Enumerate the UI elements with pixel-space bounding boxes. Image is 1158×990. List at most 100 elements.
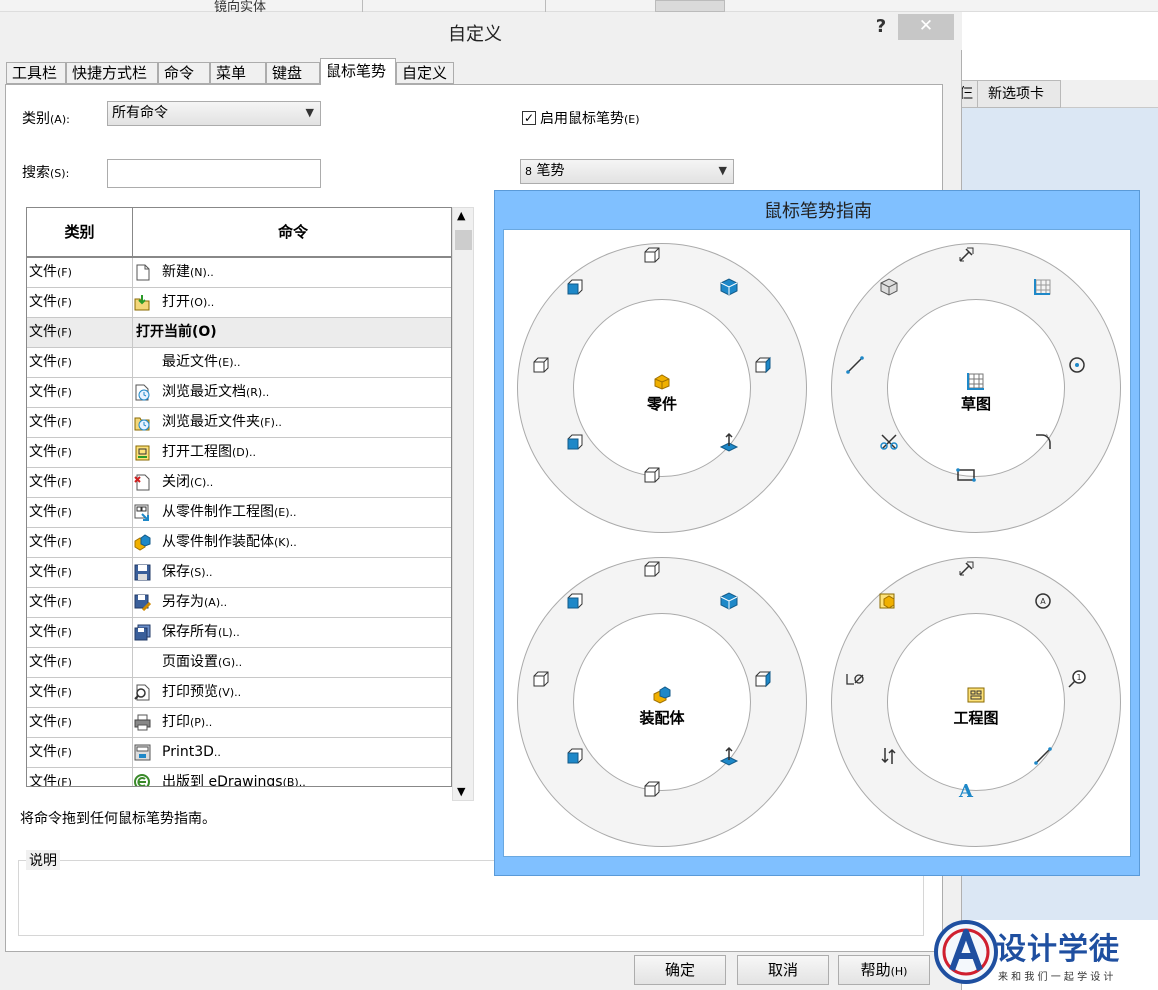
ok-button[interactable]: 确定 bbox=[634, 955, 726, 985]
table-row[interactable]: 文件(F) 从零件制作装配体(K).. bbox=[27, 528, 451, 558]
tab-mouse-gestures[interactable]: 鼠标笔势 bbox=[320, 58, 396, 85]
left-view-icon[interactable] bbox=[530, 354, 552, 376]
row-command[interactable]: 另存为(A).. bbox=[134, 588, 451, 618]
search-input[interactable] bbox=[107, 159, 321, 188]
tab-customization[interactable]: 自定义 bbox=[396, 62, 454, 84]
scroll-up-icon[interactable]: ▲ bbox=[457, 209, 465, 222]
rectangle-icon[interactable] bbox=[955, 464, 977, 486]
model-view-icon[interactable] bbox=[878, 590, 900, 612]
scroll-down-icon[interactable]: ▼ bbox=[457, 785, 465, 798]
row-command[interactable]: 打开(O).. bbox=[134, 288, 451, 318]
tab-keyboard[interactable]: 键盘 bbox=[266, 62, 320, 84]
diameter-dimension-icon[interactable] bbox=[844, 668, 866, 690]
row-command-key: (E).. bbox=[274, 506, 297, 519]
help-icon[interactable]: ? bbox=[870, 16, 892, 38]
detail-view-icon[interactable]: A bbox=[1032, 590, 1054, 612]
line-icon[interactable] bbox=[844, 354, 866, 376]
row-command[interactable]: 从零件制作装配体(K).. bbox=[134, 528, 451, 558]
left-view-icon[interactable] bbox=[530, 668, 552, 690]
tab-commands[interactable]: 命令 bbox=[158, 62, 210, 84]
row-command[interactable]: 打开当前(O) bbox=[134, 318, 451, 348]
smart-dimension-icon[interactable] bbox=[955, 244, 977, 266]
back-view-icon[interactable] bbox=[564, 745, 586, 767]
right-view-icon[interactable] bbox=[752, 668, 774, 690]
bottom-view-icon[interactable] bbox=[641, 778, 663, 800]
top-view-icon[interactable] bbox=[564, 276, 586, 298]
row-command[interactable]: 保存所有(L).. bbox=[134, 618, 451, 648]
row-command[interactable]: 出版到 eDrawings(B).. bbox=[134, 768, 451, 786]
background-tab-new[interactable]: 新选项卡 bbox=[977, 80, 1061, 108]
table-row[interactable]: 文件(F) 关闭(C).. bbox=[27, 468, 451, 498]
tab-menus[interactable]: 菜单 bbox=[210, 62, 266, 84]
fillet-icon[interactable] bbox=[1032, 431, 1054, 453]
row-category-key: (F) bbox=[57, 536, 72, 549]
normal-to-icon[interactable] bbox=[718, 431, 740, 453]
table-row[interactable]: 文件(F) 页面设置(G).. bbox=[27, 648, 451, 678]
column-header-category[interactable]: 类别 bbox=[27, 208, 133, 256]
tab-toolbars[interactable]: 工具栏 bbox=[6, 62, 66, 84]
drag-hint: 将命令拖到任何鼠标笔势指南。 bbox=[20, 811, 216, 827]
trim-icon[interactable] bbox=[878, 431, 900, 453]
table-row[interactable]: 文件(F) Print3D.. bbox=[27, 738, 451, 768]
row-command[interactable]: 浏览最近文档(R).. bbox=[134, 378, 451, 408]
table-row[interactable]: 文件(F) 打开当前(O) bbox=[27, 318, 451, 348]
table-row[interactable]: 文件(F) 打印预览(V).. bbox=[27, 678, 451, 708]
front-view-icon[interactable] bbox=[641, 558, 663, 580]
table-row[interactable]: 文件(F) 打开(O).. bbox=[27, 288, 451, 318]
table-row[interactable]: 文件(F) 另存为(A).. bbox=[27, 588, 451, 618]
normal-to-icon[interactable] bbox=[718, 745, 740, 767]
column-header-command[interactable]: 命令 bbox=[134, 208, 451, 256]
table-row[interactable]: 文件(F) 浏览最近文档(R).. bbox=[27, 378, 451, 408]
dialog-titlebar[interactable]: 自定义 ? ✕ bbox=[0, 12, 962, 50]
table-row[interactable]: 文件(F) 保存(S).. bbox=[27, 558, 451, 588]
circle-icon[interactable] bbox=[1066, 354, 1088, 376]
row-category: 文件(F) bbox=[29, 768, 133, 786]
row-command[interactable]: 浏览最近文件夹(F).. bbox=[134, 408, 451, 438]
row-command[interactable]: 打开工程图(D).. bbox=[134, 438, 451, 468]
gesture-count-select[interactable]: 8 笔势 ▼ bbox=[520, 159, 734, 184]
bottom-view-icon[interactable] bbox=[641, 464, 663, 486]
row-command[interactable]: 新建(N).. bbox=[134, 258, 451, 288]
table-row[interactable]: 文件(F) 出版到 eDrawings(B).. bbox=[27, 768, 451, 786]
row-command[interactable]: 保存(S).. bbox=[134, 558, 451, 588]
row-command[interactable]: 打印预览(V).. bbox=[134, 678, 451, 708]
row-command[interactable]: Print3D.. bbox=[134, 738, 451, 768]
row-category: 文件(F) bbox=[29, 558, 133, 588]
isometric-view-icon[interactable] bbox=[718, 590, 740, 612]
sketch-grid-icon[interactable] bbox=[1032, 276, 1054, 298]
row-command[interactable]: 从零件制作工程图(E).. bbox=[134, 498, 451, 528]
cancel-button[interactable]: 取消 bbox=[737, 955, 829, 985]
row-command[interactable]: 打印(P).. bbox=[134, 708, 451, 738]
table-row[interactable]: 文件(F) 浏览最近文件夹(F).. bbox=[27, 408, 451, 438]
smart-dimension-icon[interactable] bbox=[955, 558, 977, 580]
row-command[interactable]: 最近文件(E).. bbox=[134, 348, 451, 378]
table-row[interactable]: 文件(F) 最近文件(E).. bbox=[27, 348, 451, 378]
note-icon[interactable]: A bbox=[955, 778, 977, 800]
enable-gestures-checkbox[interactable]: ✓ bbox=[522, 111, 536, 125]
tab-shortcut-bar[interactable]: 快捷方式栏 bbox=[66, 62, 158, 84]
table-row[interactable]: 文件(F) 新建(N).. bbox=[27, 258, 451, 288]
table-row[interactable]: 文件(F) 从零件制作工程图(E).. bbox=[27, 498, 451, 528]
row-command-text: 从零件制作工程图 bbox=[162, 504, 274, 520]
row-category: 文件(F) bbox=[29, 408, 133, 438]
table-row[interactable]: 文件(F) 保存所有(L).. bbox=[27, 618, 451, 648]
line-icon[interactable] bbox=[1032, 745, 1054, 767]
isometric-view-icon[interactable] bbox=[718, 276, 740, 298]
table-row[interactable]: 文件(F) 打开工程图(D).. bbox=[27, 438, 451, 468]
help-button[interactable]: 帮助(H) bbox=[838, 955, 930, 985]
right-view-icon[interactable] bbox=[752, 354, 774, 376]
balloon-icon[interactable]: 1 bbox=[1066, 668, 1088, 690]
top-view-icon[interactable] bbox=[564, 590, 586, 612]
close-button[interactable]: ✕ bbox=[898, 14, 954, 40]
row-command[interactable]: 关闭(C).. bbox=[134, 468, 451, 498]
align-icon[interactable] bbox=[878, 745, 900, 767]
table-row[interactable]: 文件(F) 打印(P).. bbox=[27, 708, 451, 738]
front-view-icon[interactable] bbox=[641, 244, 663, 266]
back-view-icon[interactable] bbox=[564, 431, 586, 453]
scroll-thumb[interactable] bbox=[455, 230, 472, 250]
table-scrollbar[interactable]: ▲ ▼ bbox=[452, 207, 474, 801]
category-select[interactable]: 所有命令 ▼ bbox=[107, 101, 321, 126]
row-command[interactable]: 页面设置(G).. bbox=[134, 648, 451, 678]
view-cube-icon[interactable] bbox=[878, 276, 900, 298]
row-category-text: 文件 bbox=[29, 414, 57, 430]
